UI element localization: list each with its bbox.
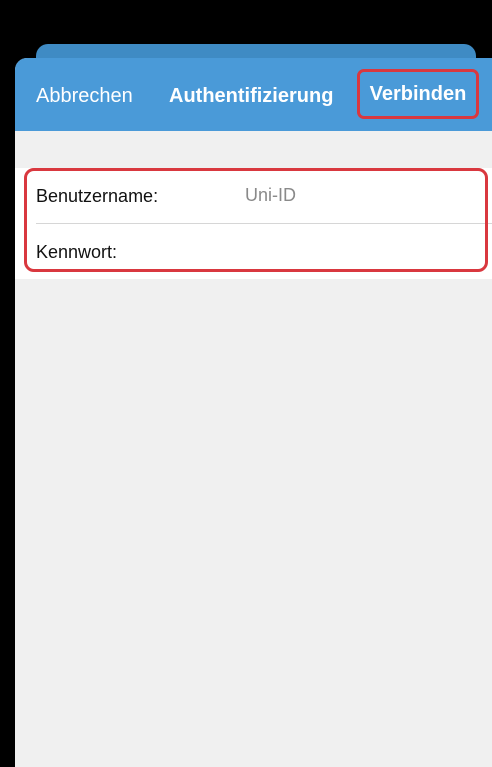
username-label: Benutzername: — [36, 186, 159, 206]
password-row: Kennwort: — [15, 224, 492, 279]
authentication-sheet: Abbrechen Authentifizierung Verbinden Be… — [15, 58, 492, 767]
username-row: Benutzername: — [15, 168, 492, 223]
username-field[interactable] — [245, 178, 475, 212]
password-field[interactable] — [245, 234, 475, 268]
cancel-button[interactable]: Abbrechen — [36, 85, 133, 108]
connect-button[interactable]: Verbinden — [357, 69, 479, 119]
credentials-form: Benutzername: Kennwort: — [15, 168, 492, 279]
page-title: Authentifizierung — [169, 85, 334, 107]
password-label: Kennwort: — [36, 242, 118, 262]
navigation-bar: Abbrechen Authentifizierung Verbinden — [15, 58, 492, 131]
